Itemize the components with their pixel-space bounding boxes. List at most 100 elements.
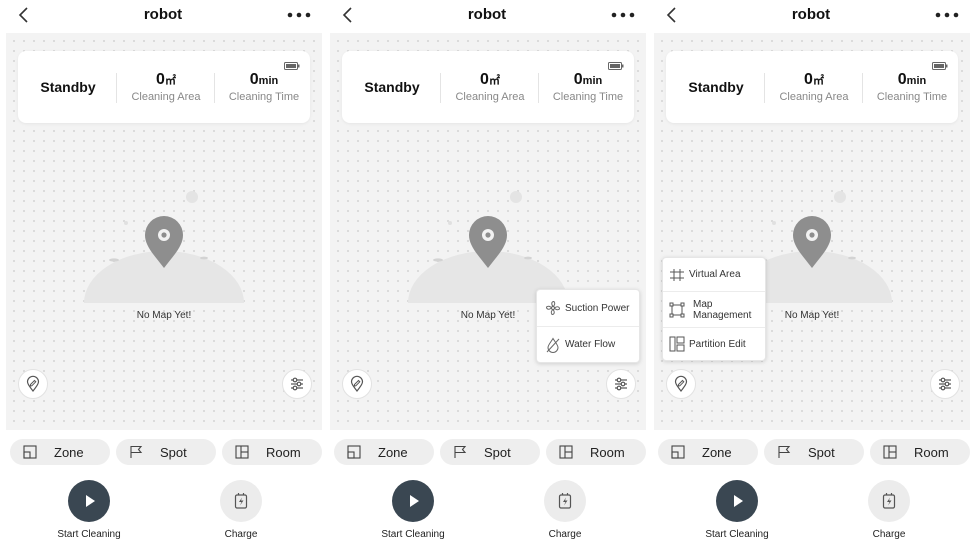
more-dots-icon	[611, 12, 635, 18]
bottom-actions: Start Cleaning Charge	[2, 470, 324, 544]
screen-map-menu: robot Standby 0㎡ Cleaning Area 0min Clea…	[650, 0, 972, 544]
charge-icon	[234, 493, 248, 509]
battery-icon	[932, 57, 948, 70]
charge-label: Charge	[224, 529, 258, 540]
divider	[538, 73, 539, 103]
area-unit: ㎡	[488, 75, 500, 87]
map-edit-icon	[350, 375, 364, 392]
zone-mode-button[interactable]: Zone	[658, 439, 758, 465]
sliders-icon	[615, 377, 627, 391]
room-mode-button[interactable]: Room	[546, 439, 646, 465]
map-tools-button[interactable]	[342, 369, 372, 399]
more-button[interactable]	[930, 5, 964, 25]
charge-button-circle[interactable]	[220, 480, 262, 522]
room-mode-button[interactable]: Room	[870, 439, 970, 465]
status-card: Standby 0㎡ Cleaning Area 0min Cleaning T…	[18, 51, 310, 123]
spot-mode-button[interactable]: Spot	[116, 439, 216, 465]
charge-label: Charge	[548, 529, 582, 540]
area-label: Cleaning Area	[131, 91, 201, 103]
charge-button-circle[interactable]	[544, 480, 586, 522]
map-management-item[interactable]: Map Management	[663, 291, 765, 327]
start-cleaning-button[interactable]: Start Cleaning	[682, 480, 792, 540]
cleaning-area-metric: 0㎡ Cleaning Area	[118, 71, 214, 103]
bottom-actions: Start Cleaning Charge	[650, 470, 972, 544]
virtual-area-label: Virtual Area	[689, 269, 741, 280]
charge-button[interactable]: Charge	[510, 480, 620, 540]
spot-mode-button[interactable]: Spot	[440, 439, 540, 465]
bottom-actions: Start Cleaning Charge	[326, 470, 648, 544]
suction-power-label: Suction Power	[565, 302, 630, 314]
flag-icon	[130, 445, 143, 458]
start-button-circle[interactable]	[392, 480, 434, 522]
spot-mode-button[interactable]: Spot	[764, 439, 864, 465]
partition-edit-item[interactable]: Partition Edit	[663, 327, 765, 360]
start-cleaning-label: Start Cleaning	[705, 529, 769, 540]
cleaning-settings-button[interactable]	[282, 369, 312, 399]
top-bar: robot	[2, 0, 324, 32]
partition-edit-label: Partition Edit	[689, 338, 746, 350]
virtual-area-item[interactable]: Virtual Area	[663, 258, 765, 291]
water-drop-icon	[546, 336, 560, 353]
cleaning-time-metric: 0min Cleaning Time	[216, 71, 312, 103]
map-edit-icon	[674, 375, 688, 392]
time-label: Cleaning Time	[876, 91, 948, 103]
sliders-icon	[291, 377, 303, 391]
area-label: Cleaning Area	[779, 91, 849, 103]
page-title: robot	[143, 6, 183, 23]
zone-mode-button[interactable]: Zone	[10, 439, 110, 465]
zone-label: Zone	[702, 444, 732, 460]
room-label: Room	[266, 444, 301, 460]
room-mode-button[interactable]: Room	[222, 439, 322, 465]
cleaning-area-metric: 0㎡ Cleaning Area	[766, 71, 862, 103]
status-card: Standby 0㎡ Cleaning Area 0min Cleaning T…	[666, 51, 958, 123]
zone-mode-button[interactable]: Zone	[334, 439, 434, 465]
flag-icon	[778, 445, 791, 458]
time-unit: min	[582, 75, 603, 87]
start-cleaning-label: Start Cleaning	[381, 529, 445, 540]
empty-map-illustration	[330, 183, 646, 303]
screen-settings-menu: robot Standby 0㎡ Cleaning Area 0min Clea…	[326, 0, 648, 544]
cleaning-time-metric: 0min Cleaning Time	[540, 71, 636, 103]
map-area[interactable]: Standby 0㎡ Cleaning Area 0min Cleaning T…	[654, 33, 970, 430]
sliders-icon	[939, 377, 951, 391]
divider	[764, 73, 765, 103]
charge-button[interactable]: Charge	[186, 480, 296, 540]
mode-selector: Zone Spot Room	[650, 439, 972, 465]
start-button-circle[interactable]	[68, 480, 110, 522]
map-area[interactable]: Standby 0㎡ Cleaning Area 0min Cleaning T…	[6, 33, 322, 430]
cleaning-time-metric: 0min Cleaning Time	[864, 71, 960, 103]
suction-power-item[interactable]: Suction Power	[537, 290, 639, 326]
area-label: Cleaning Area	[455, 91, 525, 103]
spot-label: Spot	[160, 444, 187, 460]
divider	[440, 73, 441, 103]
more-button[interactable]	[606, 5, 640, 25]
divider	[116, 73, 117, 103]
charge-button-circle[interactable]	[868, 480, 910, 522]
start-cleaning-button[interactable]: Start Cleaning	[34, 480, 144, 540]
room-icon	[559, 445, 573, 459]
map-tools-button[interactable]	[666, 369, 696, 399]
empty-map-illustration	[6, 183, 322, 303]
start-cleaning-button[interactable]: Start Cleaning	[358, 480, 468, 540]
water-flow-item[interactable]: Water Flow	[537, 326, 639, 362]
more-button[interactable]	[282, 5, 316, 25]
status-state: Standby	[688, 79, 744, 95]
play-icon	[734, 495, 743, 507]
map-tools-button[interactable]	[18, 369, 48, 399]
room-label: Room	[590, 444, 625, 460]
cleaning-area-metric: 0㎡ Cleaning Area	[442, 71, 538, 103]
map-area[interactable]: Standby 0㎡ Cleaning Area 0min Cleaning T…	[330, 33, 646, 430]
virtual-wall-icon	[670, 268, 684, 281]
area-value: 0	[804, 71, 813, 88]
time-value: 0	[249, 71, 259, 88]
cleaning-settings-button[interactable]	[930, 369, 960, 399]
zone-label: Zone	[378, 444, 408, 460]
mode-selector: Zone Spot Room	[2, 439, 324, 465]
start-button-circle[interactable]	[716, 480, 758, 522]
charge-button[interactable]: Charge	[834, 480, 944, 540]
cleaning-settings-popover: Suction Power Water Flow	[536, 289, 640, 363]
cleaning-settings-button[interactable]	[606, 369, 636, 399]
room-label: Room	[914, 444, 949, 460]
status-state: Standby	[364, 79, 420, 95]
map-management-label-2: Management	[693, 309, 752, 321]
